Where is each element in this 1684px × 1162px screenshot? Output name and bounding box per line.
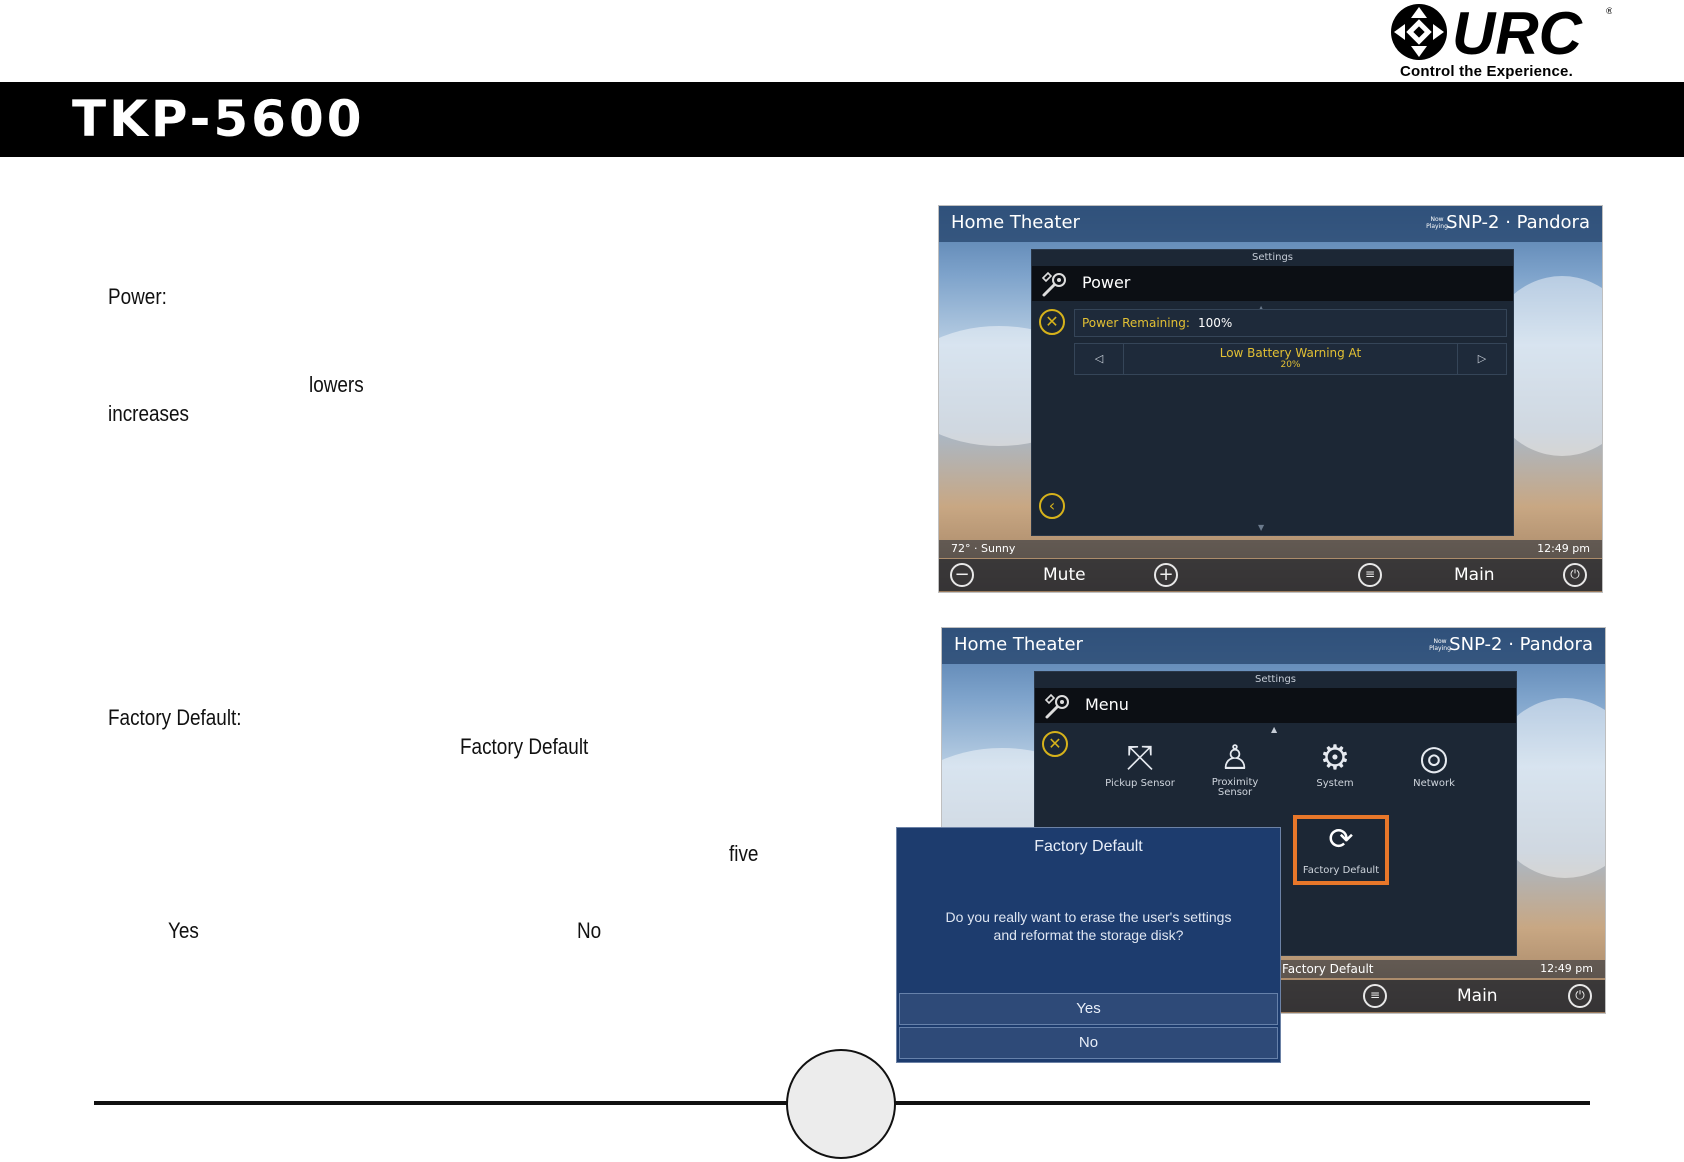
- product-title: TKP-5600: [72, 90, 365, 148]
- scroll-up-icon[interactable]: ▲: [1271, 725, 1277, 734]
- pickup-sensor-icon: ⤧: [1126, 738, 1154, 778]
- close-icon[interactable]: ✕: [1039, 309, 1065, 335]
- weather-readout: 72° · Sunny: [951, 542, 1016, 555]
- increase-arrow-icon[interactable]: ▷: [1457, 344, 1506, 374]
- low-battery-label: Low Battery Warning At: [1219, 346, 1362, 360]
- wrench-gear-icon: [1041, 271, 1066, 297]
- dialog-no-button[interactable]: No: [899, 1027, 1278, 1059]
- status-bar: 72° · Sunny 12:49 pm: [939, 540, 1602, 558]
- settings-panel: Settings Power ▲ ✕ Power Remaining: 100%…: [1031, 249, 1514, 536]
- urc-logo-mark: URC ®: [1391, 2, 1612, 64]
- network-label: Network: [1413, 778, 1455, 789]
- network-button[interactable]: ◎ Network: [1397, 738, 1471, 789]
- main-button[interactable]: Main: [1454, 565, 1495, 585]
- title-bar: TKP-5600: [0, 82, 1684, 157]
- proximity-sensor-button[interactable]: ♙ Proximity Sensor: [1198, 738, 1272, 798]
- power-icon[interactable]: ⏻: [1568, 984, 1592, 1008]
- pickup-sensor-label: Pickup Sensor: [1105, 778, 1175, 789]
- system-label: System: [1316, 778, 1354, 789]
- svg-text:®: ®: [1605, 7, 1612, 17]
- page-number-badge: [786, 1049, 896, 1159]
- power-word-increases: increases: [108, 401, 189, 426]
- clock-readout: 12:49 pm: [1537, 542, 1590, 555]
- system-button[interactable]: ⚙ System: [1298, 738, 1372, 789]
- dialog-message-line2: and reformat the storage disk?: [993, 927, 1184, 943]
- factory-word-five: five: [729, 841, 759, 866]
- decrease-arrow-icon[interactable]: ◁: [1075, 344, 1124, 374]
- dialog-message: Do you really want to erase the user's s…: [907, 908, 1270, 944]
- brand-logo: URC ® Control the Experience.: [1384, 2, 1614, 82]
- dialog-message-line1: Do you really want to erase the user's s…: [945, 909, 1232, 925]
- refresh-icon: ⟳: [1328, 822, 1354, 857]
- mute-button[interactable]: Mute: [1043, 565, 1086, 585]
- low-battery-row: ◁ Low Battery Warning At 20% ▷: [1074, 343, 1507, 375]
- proximity-sensor-label: Proximity Sensor: [1211, 777, 1259, 798]
- panel-title: Power: [1082, 273, 1131, 292]
- panel-header: Power: [1032, 266, 1513, 301]
- factory-word-no: No: [577, 918, 602, 943]
- factory-word-yes: Yes: [168, 918, 199, 943]
- factory-default-button[interactable]: ⟳ Factory Default: [1293, 815, 1389, 885]
- volume-down-icon[interactable]: −: [950, 563, 974, 587]
- top-bar: Home Theater Now Playing SNP-2 · Pandora: [939, 206, 1602, 242]
- pickup-sensor-button[interactable]: ⤧ Pickup Sensor: [1103, 738, 1177, 789]
- factory-default-label: Factory Default: [1302, 865, 1380, 876]
- network-globe-icon: ◎: [1419, 738, 1449, 778]
- power-remaining-label: Power Remaining:: [1082, 316, 1190, 330]
- source-name[interactable]: SNP-2 · Pandora: [1449, 634, 1593, 655]
- dialog-title: Factory Default: [1034, 838, 1143, 855]
- wrench-gear-icon: [1044, 693, 1069, 719]
- power-remaining-value: 100%: [1198, 316, 1233, 330]
- settings-caption: Settings: [1251, 252, 1293, 263]
- scroll-down-icon[interactable]: ▼: [1258, 523, 1264, 532]
- panel-header: Menu: [1035, 688, 1516, 723]
- close-icon[interactable]: ✕: [1042, 731, 1068, 757]
- system-gears-icon: ⚙: [1319, 738, 1351, 778]
- main-button[interactable]: Main: [1457, 986, 1498, 1006]
- factory-default-dialog: Factory Default Do you really want to er…: [896, 827, 1281, 1063]
- room-name[interactable]: Home Theater: [954, 634, 1083, 655]
- low-battery-value: 20%: [1280, 360, 1301, 370]
- power-remaining-row: Power Remaining: 100%: [1074, 309, 1507, 337]
- dialog-yes-button[interactable]: Yes: [899, 993, 1278, 1025]
- power-icon[interactable]: ⏻: [1563, 563, 1587, 587]
- factory-word-factory-default: Factory Default: [460, 734, 589, 759]
- top-bar: Home Theater Now Playing SNP-2 · Pandora: [942, 628, 1605, 664]
- panel-title: Menu: [1085, 695, 1129, 714]
- clock-readout: 12:49 pm: [1540, 962, 1593, 975]
- proximity-sensor-icon: ♙: [1219, 738, 1251, 778]
- bottom-bar: − Mute + ≡ Main ⏻: [939, 559, 1602, 591]
- menu-icon[interactable]: ≡: [1358, 563, 1382, 587]
- settings-caption: Settings: [1254, 674, 1296, 685]
- status-label: Factory Default: [1282, 962, 1374, 976]
- power-settings-screenshot: Home Theater Now Playing SNP-2 · Pandora…: [938, 205, 1603, 593]
- volume-up-icon[interactable]: +: [1154, 563, 1178, 587]
- menu-icon[interactable]: ≡: [1363, 984, 1387, 1008]
- back-icon[interactable]: ‹: [1039, 493, 1065, 519]
- source-name[interactable]: SNP-2 · Pandora: [1446, 212, 1590, 233]
- room-name[interactable]: Home Theater: [951, 212, 1080, 233]
- power-word-lowers: lowers: [309, 372, 364, 397]
- brand-tagline: Control the Experience.: [1400, 63, 1573, 80]
- factory-heading: Factory Default:: [108, 705, 242, 730]
- urc-wordmark: URC: [1452, 2, 1584, 64]
- power-heading: Power:: [108, 284, 167, 309]
